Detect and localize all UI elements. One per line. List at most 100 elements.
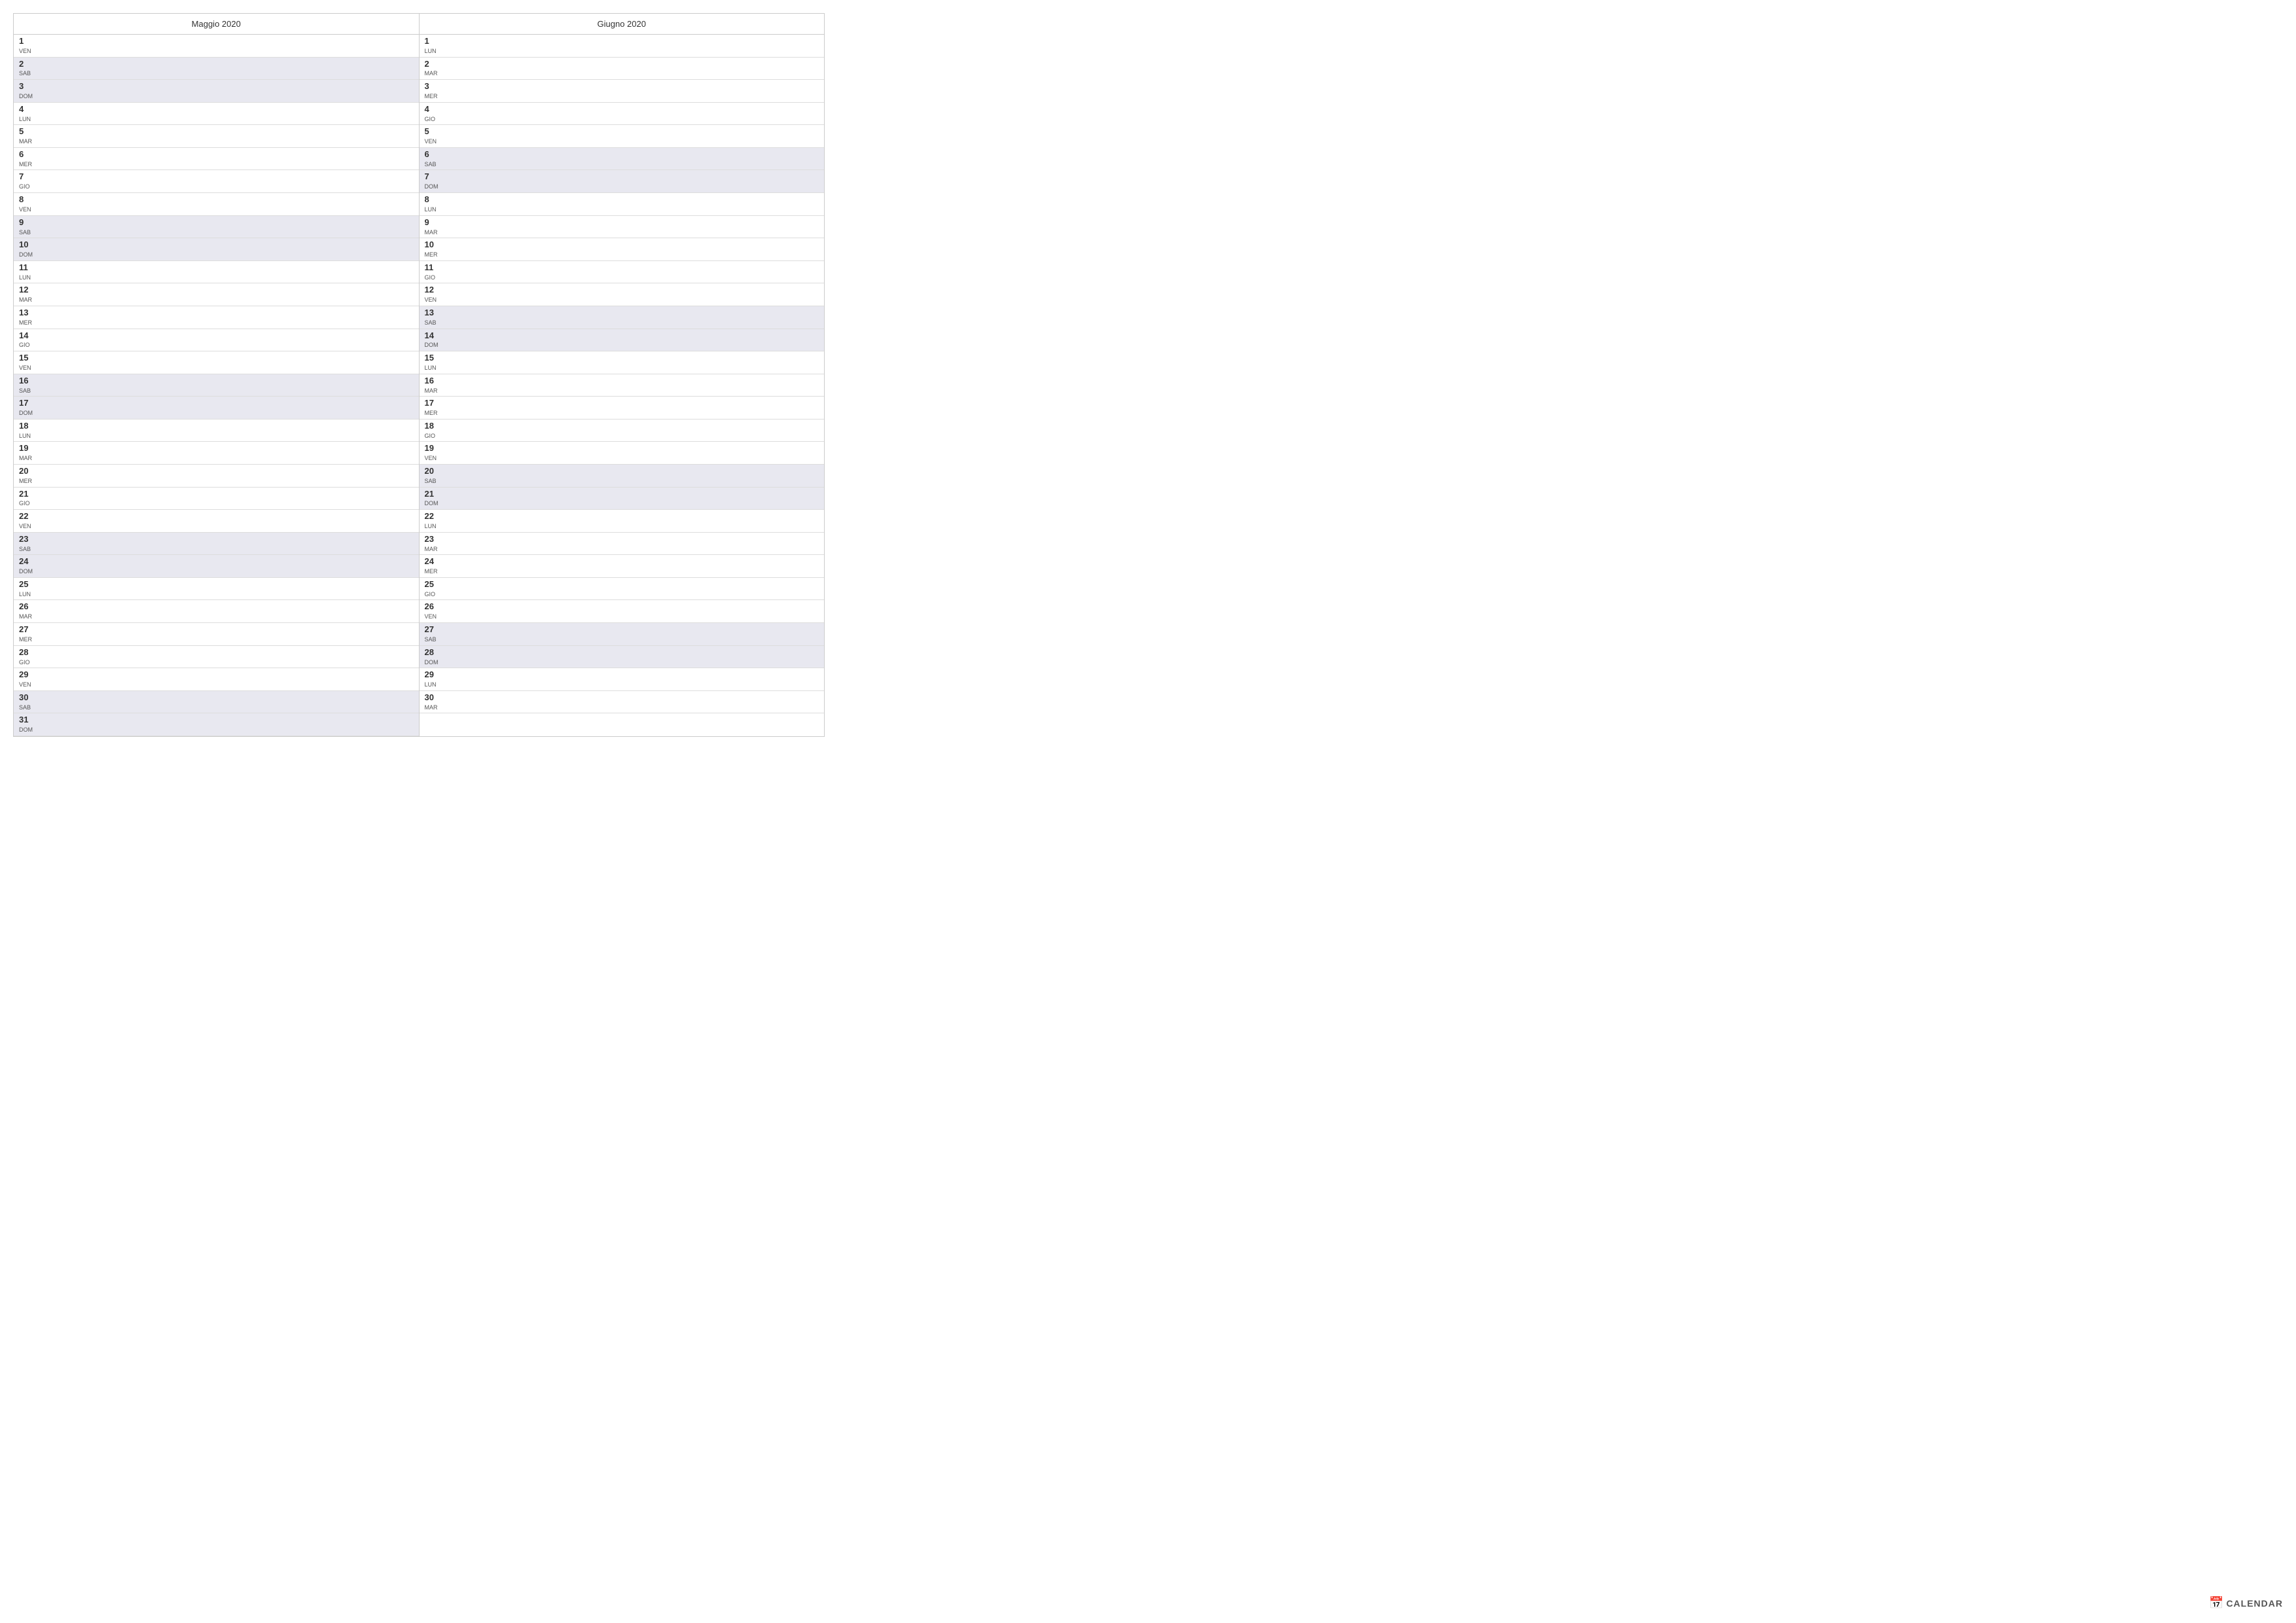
day-info: 4GIO — [423, 104, 439, 124]
day-row: 6MER — [14, 148, 419, 171]
day-row: 26VEN — [420, 600, 825, 623]
day-number: 20 — [425, 466, 439, 477]
day-number: 10 — [425, 240, 439, 251]
day-row: 12MAR — [14, 283, 419, 306]
day-info: 22VEN — [18, 511, 33, 531]
day-info: 6MER — [18, 149, 33, 169]
day-row: 4GIO — [420, 103, 825, 126]
day-info: 7DOM — [423, 171, 439, 191]
day-name: SAB — [19, 545, 33, 554]
day-name: MER — [425, 251, 439, 259]
day-name: GIO — [19, 341, 33, 349]
day-info: 21GIO — [18, 489, 33, 508]
day-info: 23SAB — [18, 534, 33, 554]
day-number: 27 — [425, 624, 439, 635]
day-number: 16 — [425, 376, 439, 387]
day-info: 21DOM — [423, 489, 439, 508]
day-info: 17MER — [423, 398, 439, 418]
month-header-0: Maggio 2020 — [14, 14, 419, 35]
day-info: 29VEN — [18, 669, 33, 689]
day-info: 6SAB — [423, 149, 439, 169]
day-name: SAB — [425, 319, 439, 327]
day-number: 18 — [19, 421, 33, 432]
day-name: SAB — [19, 704, 33, 712]
day-info: 17DOM — [18, 398, 33, 418]
day-row: 2MAR — [420, 58, 825, 80]
day-info: 1VEN — [18, 36, 33, 56]
day-info: 18LUN — [18, 421, 33, 440]
day-name: SAB — [19, 69, 33, 78]
day-number: 11 — [19, 262, 33, 274]
month-column-1: Giugno 20201LUN2MAR3MER4GIO5VEN6SAB7DOM8… — [420, 14, 825, 736]
day-number: 28 — [19, 647, 33, 658]
day-number: 7 — [19, 171, 33, 183]
day-name: GIO — [19, 658, 33, 667]
day-number: 10 — [19, 240, 33, 251]
day-info: 3DOM — [18, 81, 33, 101]
day-row: 25GIO — [420, 578, 825, 601]
day-name: GIO — [425, 274, 439, 282]
day-number: 29 — [425, 669, 439, 681]
day-row: 22LUN — [420, 510, 825, 533]
day-name: MER — [425, 409, 439, 418]
day-number: 23 — [425, 534, 439, 545]
day-number: 13 — [425, 308, 439, 319]
calendar-logo-icon: 📅 — [2209, 1596, 2223, 1610]
day-row: 16MAR — [420, 374, 825, 397]
day-info: 30MAR — [423, 692, 439, 712]
day-row: 24DOM — [14, 555, 419, 578]
day-name: MER — [19, 635, 33, 644]
day-name: MAR — [425, 69, 439, 78]
day-row: 7DOM — [420, 170, 825, 193]
day-name: VEN — [425, 296, 439, 304]
day-number: 1 — [425, 36, 439, 47]
day-row: 3MER — [420, 80, 825, 103]
day-row: 30SAB — [14, 691, 419, 714]
day-row: 5VEN — [420, 125, 825, 148]
footer-area: 📅 CALENDAR — [2209, 1596, 2283, 1610]
day-info: 3MER — [423, 81, 439, 101]
day-info: 27MER — [18, 624, 33, 644]
day-name: LUN — [425, 681, 439, 689]
day-row: 28DOM — [420, 646, 825, 669]
day-number: 29 — [19, 669, 33, 681]
day-name: MAR — [425, 545, 439, 554]
day-number: 12 — [425, 285, 439, 296]
day-name: MER — [19, 160, 33, 169]
day-row: 13MER — [14, 306, 419, 329]
day-name: SAB — [19, 387, 33, 395]
day-number: 27 — [19, 624, 33, 635]
day-number: 15 — [425, 353, 439, 364]
day-number: 16 — [19, 376, 33, 387]
day-info: 8VEN — [18, 194, 33, 214]
day-info: 25GIO — [423, 579, 439, 599]
day-row: 16SAB — [14, 374, 419, 397]
day-row: 31DOM — [14, 713, 419, 736]
day-info: 20SAB — [423, 466, 439, 486]
day-row: 23MAR — [420, 533, 825, 556]
day-row: 1LUN — [420, 35, 825, 58]
day-info: 10MER — [423, 240, 439, 259]
day-number: 22 — [425, 511, 439, 522]
day-number: 5 — [19, 126, 33, 137]
day-name: MER — [19, 477, 33, 486]
day-row: 26MAR — [14, 600, 419, 623]
day-info: 23MAR — [423, 534, 439, 554]
day-info: 26MAR — [18, 601, 33, 621]
day-number: 17 — [19, 398, 33, 409]
day-name: MAR — [19, 454, 33, 463]
day-name: MER — [425, 92, 439, 101]
day-number: 4 — [19, 104, 33, 115]
day-number: 14 — [425, 330, 439, 342]
day-row: 20SAB — [420, 465, 825, 488]
day-number: 3 — [425, 81, 439, 92]
day-row: 17DOM — [14, 397, 419, 419]
day-number: 21 — [425, 489, 439, 500]
day-row: 18GIO — [420, 419, 825, 442]
day-row: 5MAR — [14, 125, 419, 148]
day-info: 13MER — [18, 308, 33, 327]
day-name: GIO — [425, 590, 439, 599]
day-number: 22 — [19, 511, 33, 522]
day-row: 28GIO — [14, 646, 419, 669]
day-row: 7GIO — [14, 170, 419, 193]
